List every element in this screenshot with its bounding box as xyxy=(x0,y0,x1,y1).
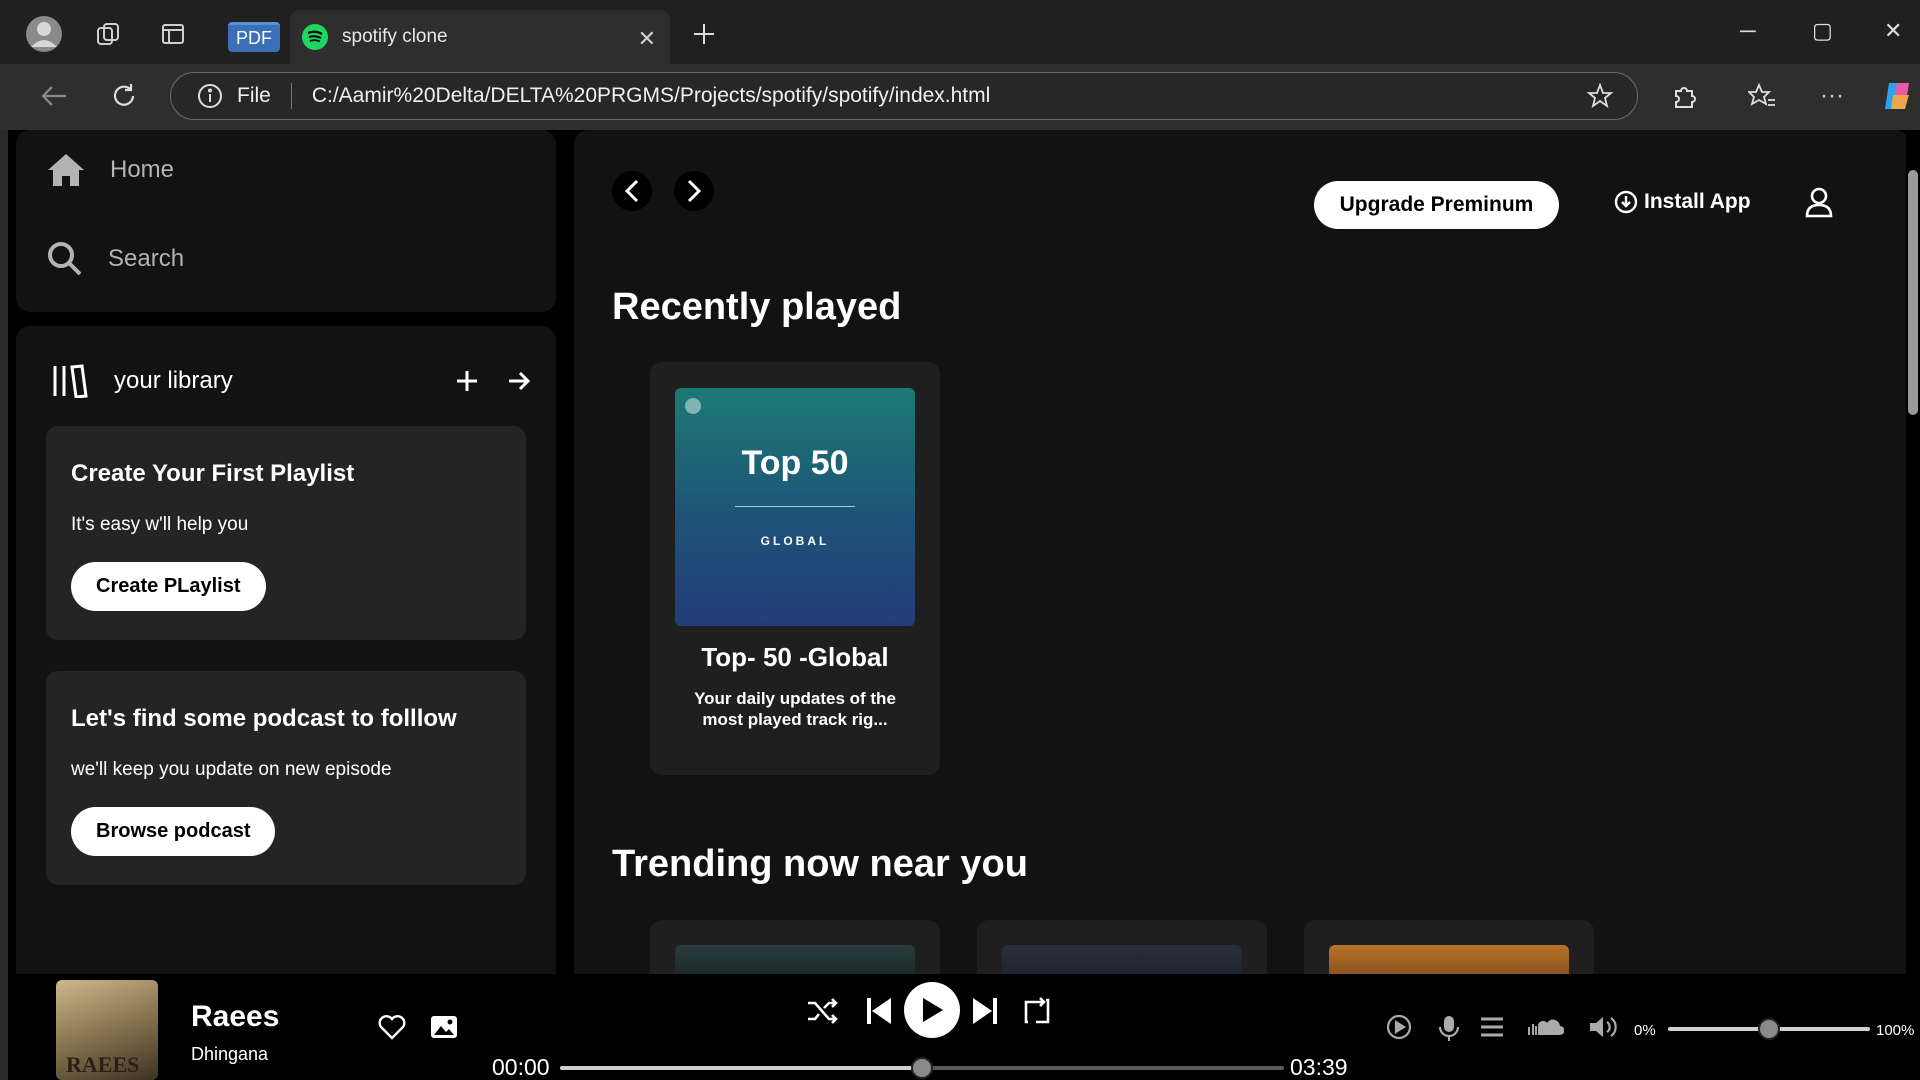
url-scheme: File xyxy=(237,84,271,107)
album-art: RAEES xyxy=(56,980,158,1080)
pdf-tab[interactable]: PDF xyxy=(228,22,280,52)
page-viewport: Home Search your library Create Your Fir… xyxy=(8,130,1920,1080)
favorite-star-icon[interactable] xyxy=(1587,83,1613,109)
library-panel: your library Create Your First Playlist … xyxy=(16,326,556,1080)
nav-home-label: Home xyxy=(110,156,175,183)
card-title: Top- 50 -Global xyxy=(701,642,889,672)
create-playlist-card: Create Your First Playlist It's easy w'l… xyxy=(46,426,526,640)
history-back-button[interactable] xyxy=(612,171,652,211)
nav-search[interactable]: Search xyxy=(46,240,184,278)
upgrade-premium-button[interactable]: Upgrade Preminum xyxy=(1314,181,1559,229)
home-icon xyxy=(48,154,84,186)
close-window-icon[interactable]: ✕ xyxy=(1884,18,1902,44)
card-description: Your daily updates of the most played tr… xyxy=(694,689,896,729)
progress-thumb[interactable] xyxy=(911,1057,933,1079)
album-art-text: RAEES xyxy=(66,1052,140,1077)
connect-device-icon[interactable] xyxy=(1528,1018,1564,1036)
nav-home[interactable]: Home xyxy=(46,152,174,188)
image-icon[interactable] xyxy=(430,1014,458,1040)
page-scrollbar[interactable] xyxy=(1906,130,1920,1080)
url-text[interactable]: C:/Aamir%20Delta/DELTA%20PRGMS/Projects/… xyxy=(312,84,990,108)
recent-card-top50[interactable]: Top 50 GLOBAL Top- 50 -Global Your daily… xyxy=(650,362,940,775)
chevron-right-icon xyxy=(687,179,702,203)
close-tab-icon[interactable]: ✕ xyxy=(638,26,656,52)
library-header: your library xyxy=(52,364,532,398)
user-icon xyxy=(1805,187,1833,218)
tab-spotify-clone[interactable]: spotify clone ✕ xyxy=(290,10,670,64)
song-title: Raees xyxy=(191,1000,280,1033)
more-menu-icon[interactable]: ··· xyxy=(1812,76,1852,116)
now-playing-view-icon[interactable] xyxy=(1386,1014,1412,1040)
profile-avatar-icon[interactable] xyxy=(24,14,64,54)
card-text: we'll keep you update on new episode xyxy=(71,759,392,780)
play-button[interactable] xyxy=(904,982,960,1038)
song-artist: Dhingana xyxy=(191,1044,269,1064)
extensions-icon[interactable] xyxy=(1664,76,1704,116)
chevron-left-icon xyxy=(624,179,639,203)
repeat-icon[interactable] xyxy=(1022,996,1052,1026)
card-title: Create Your First Playlist xyxy=(71,460,355,487)
search-icon xyxy=(48,242,82,276)
history-forward-button[interactable] xyxy=(674,171,714,211)
card-text: It's easy w'll help you xyxy=(71,514,249,535)
browser-tab-bar: PDF spotify clone ✕ ─ ▢ ✕ xyxy=(0,0,1920,64)
url-divider xyxy=(290,83,292,109)
play-icon xyxy=(923,998,943,1022)
card-title: Let's find some podcast to folllow xyxy=(71,705,457,732)
trending-heading: Trending now near you xyxy=(612,843,1028,885)
total-time: 03:39 xyxy=(1290,1054,1348,1080)
queue-icon[interactable] xyxy=(1480,1016,1504,1038)
tab-title: spotify clone xyxy=(342,26,448,47)
volume-thumb[interactable] xyxy=(1758,1018,1780,1040)
copilot-icon[interactable] xyxy=(1878,76,1918,116)
back-icon[interactable] xyxy=(34,76,74,116)
favorites-icon[interactable] xyxy=(1742,76,1782,116)
arrow-right-icon[interactable] xyxy=(506,368,532,394)
address-toolbar: File C:/Aamir%20Delta/DELTA%20PRGMS/Proj… xyxy=(0,64,1920,130)
workspaces-icon[interactable] xyxy=(88,14,128,54)
like-icon[interactable] xyxy=(378,1014,406,1040)
refresh-icon[interactable] xyxy=(104,76,144,116)
nav-panel: Home Search xyxy=(16,130,556,312)
current-time: 00:00 xyxy=(492,1054,550,1080)
cover-title: Top 50 xyxy=(741,444,849,482)
tab-actions-icon[interactable] xyxy=(153,14,193,54)
new-tab-icon[interactable] xyxy=(684,14,724,54)
next-icon[interactable] xyxy=(970,996,1000,1026)
install-app-button[interactable]: Install App xyxy=(1614,190,1751,214)
window-edge xyxy=(0,130,8,1080)
user-profile-button[interactable] xyxy=(1804,186,1834,223)
podcast-card: Let's find some podcast to folllow we'll… xyxy=(46,671,526,885)
volume-max-label: 100% xyxy=(1876,1022,1915,1039)
progress-fill xyxy=(560,1066,922,1070)
recently-played-heading: Recently played xyxy=(612,286,902,328)
shuffle-icon[interactable] xyxy=(806,996,840,1026)
main-content: Upgrade Preminum Install App Recently pl… xyxy=(574,130,1909,1080)
minimize-icon[interactable]: ─ xyxy=(1740,18,1756,44)
maximize-icon[interactable]: ▢ xyxy=(1812,18,1833,44)
library-title: your library xyxy=(114,367,233,394)
volume-icon[interactable] xyxy=(1588,1014,1620,1040)
library-actions xyxy=(454,368,532,394)
player-bar: RAEES Raees Dhingana 00:00 03:39 0% 100% xyxy=(8,974,1920,1080)
spotify-logo-icon xyxy=(685,398,701,414)
address-bar[interactable]: File C:/Aamir%20Delta/DELTA%20PRGMS/Proj… xyxy=(170,72,1638,120)
cover-subtitle: GLOBAL xyxy=(760,534,830,548)
lyrics-mic-icon[interactable] xyxy=(1438,1014,1460,1042)
site-info-icon[interactable] xyxy=(197,83,223,109)
nav-search-label: Search xyxy=(108,245,185,272)
playlist-cover: Top 50 GLOBAL xyxy=(675,388,915,626)
download-icon xyxy=(1614,190,1638,214)
create-playlist-button[interactable]: Create PLaylist xyxy=(71,562,266,611)
scrollbar-thumb[interactable] xyxy=(1908,170,1918,415)
library-icon[interactable] xyxy=(52,364,88,398)
cover-divider xyxy=(735,506,855,507)
previous-icon[interactable] xyxy=(864,996,894,1026)
spotify-favicon-icon xyxy=(302,24,328,50)
add-icon[interactable] xyxy=(454,368,480,394)
volume-min-label: 0% xyxy=(1634,1022,1656,1039)
install-app-label: Install App xyxy=(1644,190,1751,213)
browse-podcast-button[interactable]: Browse podcast xyxy=(71,807,276,856)
